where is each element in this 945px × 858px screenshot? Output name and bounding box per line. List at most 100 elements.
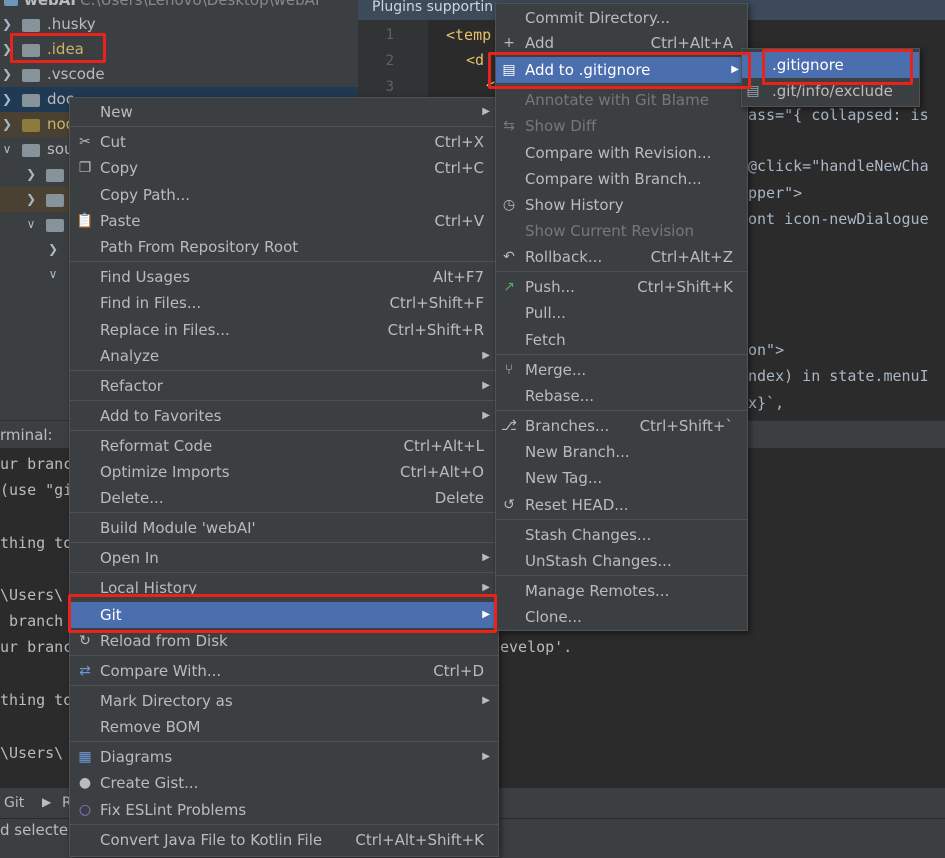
git-menu-compare-with-revision[interactable]: Compare with Revision... <box>496 140 747 166</box>
git-menu-push[interactable]: ↗ Push... Ctrl+Shift+K <box>496 274 747 300</box>
chevron-right-icon[interactable]: ❯ <box>24 162 38 187</box>
git-menu-new-branch[interactable]: New Branch... <box>496 439 747 465</box>
git-menu-rollback[interactable]: ↶ Rollback... Ctrl+Alt+Z <box>496 244 747 270</box>
menu-item-label: Compare with Revision... <box>525 144 712 162</box>
chevron-right-icon[interactable]: ❯ <box>0 62 14 87</box>
menu-item-add-to-favorites[interactable]: Add to Favorites ▶ <box>70 403 498 429</box>
terminal-line: thing to <box>0 534 73 552</box>
chevron-down-icon[interactable]: ∨ <box>0 137 14 162</box>
git-menu-branches[interactable]: ⎇ Branches... Ctrl+Shift+` <box>496 413 747 439</box>
chevron-right-icon[interactable]: ❯ <box>46 237 60 262</box>
run-icon[interactable]: ▶ <box>42 795 51 809</box>
git-menu-fetch[interactable]: Fetch <box>496 327 747 353</box>
menu-separator <box>70 685 498 686</box>
menu-item-label: Branches... <box>525 417 610 435</box>
menu-item-cut[interactable]: ✂ Cut Ctrl+X <box>70 129 498 155</box>
menu-item-label: Clone... <box>525 608 582 626</box>
menu-item-find-in-files[interactable]: Find in Files... Ctrl+Shift+F <box>70 290 498 316</box>
menu-separator <box>70 512 498 513</box>
menu-separator <box>70 370 498 371</box>
menu-item-path-from-repository-root[interactable]: Path From Repository Root <box>70 234 498 260</box>
chevron-right-icon[interactable]: ❯ <box>0 112 14 137</box>
rollback-icon: ↶ <box>503 249 515 265</box>
folder-icon <box>22 119 40 132</box>
menu-item-label: UnStash Changes... <box>525 552 672 570</box>
git-menu-merge[interactable]: ⑂ Merge... <box>496 357 747 383</box>
menu-item-label: Annotate with Git Blame <box>525 91 709 109</box>
menu-item-new[interactable]: New ▶ <box>70 99 498 125</box>
menu-item-label: Rollback... <box>525 248 603 266</box>
menu-item-optimize-imports[interactable]: Optimize Imports Ctrl+Alt+O <box>70 459 498 485</box>
menu-item-label: Replace in Files... <box>100 321 230 339</box>
menu-item-label: Path From Repository Root <box>100 238 299 256</box>
menu-item-fix-eslint-problems[interactable]: ○ Fix ESLint Problems <box>70 797 498 823</box>
menu-item-paste[interactable]: 📋 Paste Ctrl+V <box>70 208 498 234</box>
menu-item-shortcut: Ctrl+Alt+Z <box>650 248 733 266</box>
push-icon: ↗ <box>503 279 515 295</box>
code-line: pper"> <box>748 184 803 202</box>
git-menu-unstash-changes[interactable]: UnStash Changes... <box>496 548 747 574</box>
menu-item-refactor[interactable]: Refactor ▶ <box>70 373 498 399</box>
menu-item-label: Show History <box>525 196 624 214</box>
menu-item-diagrams[interactable]: ▦ Diagrams ▶ <box>70 744 498 770</box>
git-menu-rebase[interactable]: Rebase... <box>496 383 747 409</box>
menu-item-label: Add to Favorites <box>100 407 222 425</box>
menu-item-compare-with[interactable]: ⇄ Compare With... Ctrl+D <box>70 658 498 684</box>
menu-item-create-gist[interactable]: ● Create Gist... <box>70 770 498 796</box>
code-line: @click="handleNewCha <box>748 157 929 175</box>
menu-separator <box>496 519 747 520</box>
menu-item-find-usages[interactable]: Find Usages Alt+F7 <box>70 264 498 290</box>
menu-item-delete[interactable]: Delete... Delete <box>70 485 498 511</box>
submenu-arrow-icon: ▶ <box>482 106 490 117</box>
git-menu-clone[interactable]: Clone... <box>496 604 747 630</box>
git-menu-show-diff[interactable]: ⇆ Show Diff <box>496 113 747 139</box>
terminal-title: rminal: <box>0 426 53 444</box>
menu-item-shortcut: Ctrl+D <box>433 662 484 680</box>
terminal-line: \Users\ <box>0 586 64 604</box>
menu-item-replace-in-files[interactable]: Replace in Files... Ctrl+Shift+R <box>70 317 498 343</box>
menu-item-label: Stash Changes... <box>525 526 652 544</box>
menu-item-copy-path[interactable]: Copy Path... <box>70 182 498 208</box>
menu-item-build-module-webai[interactable]: Build Module 'webAI' <box>70 515 498 541</box>
git-tool-tab[interactable]: Git <box>4 795 24 811</box>
git-menu-stash-changes[interactable]: Stash Changes... <box>496 522 747 548</box>
git-menu-compare-with-branch[interactable]: Compare with Branch... <box>496 166 747 192</box>
menu-item-convert-java-file-to-kotlin-file[interactable]: Convert Java File to Kotlin File Ctrl+Alt… <box>70 827 498 853</box>
menu-item-reformat-code[interactable]: Reformat Code Ctrl+Alt+L <box>70 433 498 459</box>
menu-item-label: Paste <box>100 212 141 230</box>
menu-item-mark-directory-as[interactable]: Mark Directory as ▶ <box>70 688 498 714</box>
menu-item-label: Compare with Branch... <box>525 170 702 188</box>
git-menu-new-tag[interactable]: New Tag... <box>496 465 747 491</box>
menu-item-shortcut: Ctrl+C <box>434 159 484 177</box>
menu-item-open-in[interactable]: Open In ▶ <box>70 545 498 571</box>
chevron-down-icon[interactable]: ∨ <box>46 262 60 287</box>
menu-item-label: Fix ESLint Problems <box>100 801 247 819</box>
chevron-right-icon[interactable]: ❯ <box>0 87 14 112</box>
chevron-down-icon[interactable]: ∨ <box>24 212 38 237</box>
code-line: <d <box>466 51 485 69</box>
menu-item-copy[interactable]: ❐ Copy Ctrl+C <box>70 155 498 181</box>
menu-item-label: Diagrams <box>100 748 173 766</box>
git-menu-manage-remotes[interactable]: Manage Remotes... <box>496 578 747 604</box>
menu-item-label: New <box>100 103 133 121</box>
menu-item-label: Reset HEAD... <box>525 496 629 514</box>
menu-item-label: Show Current Revision <box>525 222 695 240</box>
menu-item-label: Show Diff <box>525 117 597 135</box>
git-menu-show-history[interactable]: ◷ Show History <box>496 192 747 218</box>
folder-icon <box>22 69 40 82</box>
menu-item-remove-bom[interactable]: Remove BOM <box>70 714 498 740</box>
line-number: 3 <box>385 79 394 95</box>
git-menu-pull[interactable]: Pull... <box>496 300 747 326</box>
menu-item-shortcut: Ctrl+Alt+L <box>403 437 485 455</box>
git-menu-commit-directory[interactable]: Commit Directory... <box>496 5 747 31</box>
git-menu-show-current-revision[interactable]: Show Current Revision <box>496 218 747 244</box>
git-menu-reset-head[interactable]: ↺ Reset HEAD... <box>496 492 747 518</box>
git-menu-annotate-with-git-blame[interactable]: Annotate with Git Blame <box>496 87 747 113</box>
tree-item-vscode[interactable]: ❯ .vscode <box>0 62 358 87</box>
submenu-arrow-icon: ▶ <box>482 410 490 421</box>
folder-icon <box>46 194 64 207</box>
menu-item-label: Pull... <box>525 304 566 322</box>
menu-item-analyze[interactable]: Analyze ▶ <box>70 343 498 369</box>
chevron-right-icon[interactable]: ❯ <box>24 187 38 212</box>
menu-separator <box>496 271 747 272</box>
